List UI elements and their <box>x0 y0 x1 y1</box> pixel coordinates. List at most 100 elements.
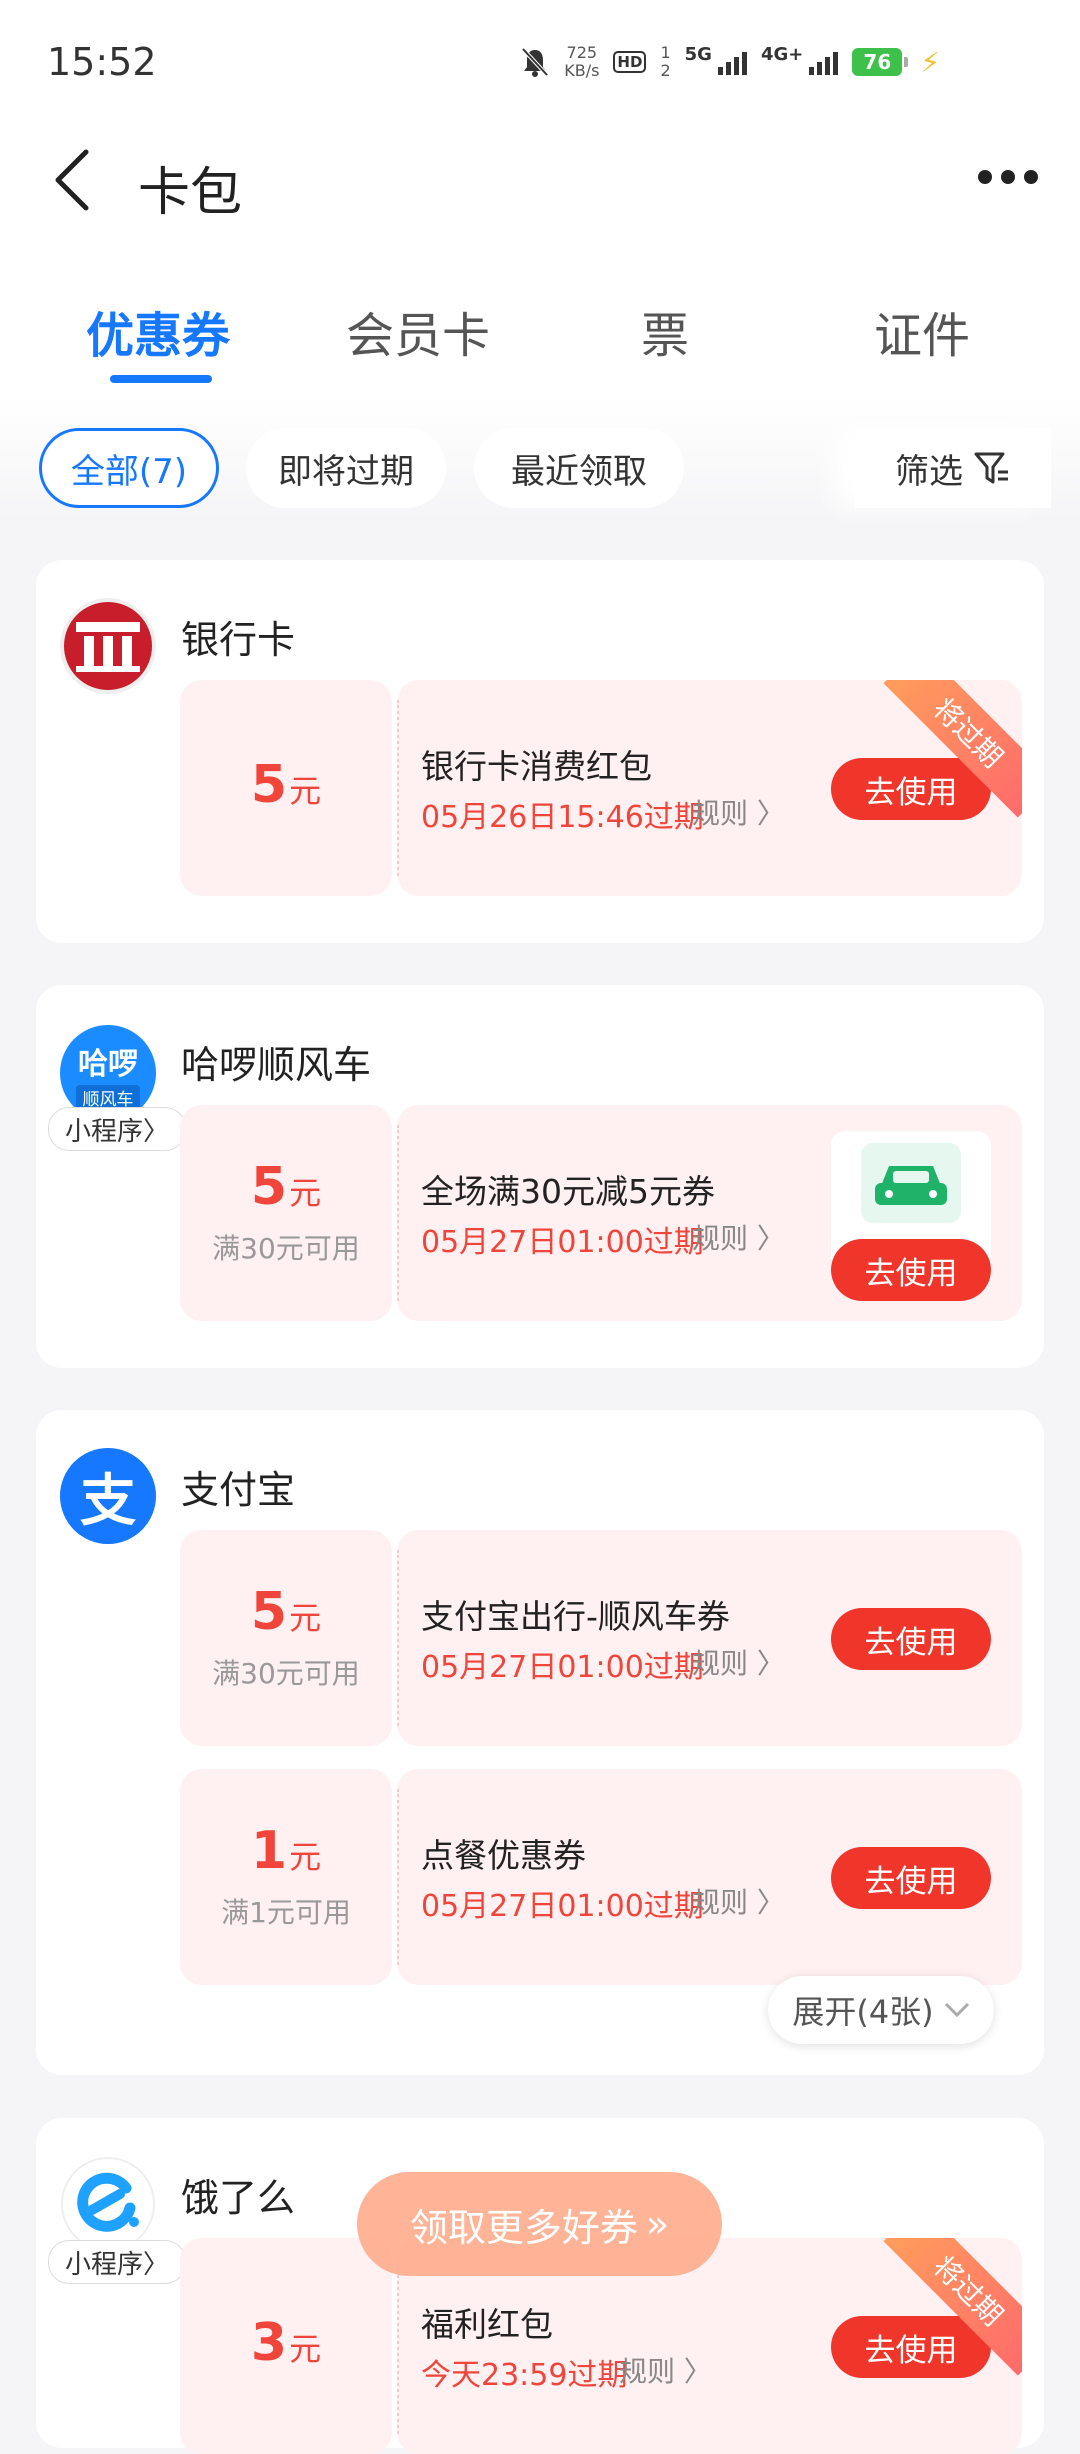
sim2-label: 2 <box>660 61 671 80</box>
coupon-condition: 满30元可用 <box>212 1657 360 1690</box>
battery-level: 76 <box>863 50 892 74</box>
coupon-title: 银行卡消费红包 <box>421 747 652 786</box>
tab-member-cards[interactable]: 会员卡 <box>346 296 490 366</box>
more-dot <box>1024 170 1038 184</box>
coupon-rule-link[interactable]: 规则 〉 <box>692 792 785 832</box>
filter-chip-recent[interactable]: 最近领取 <box>474 428 684 508</box>
back-button[interactable] <box>50 148 100 212</box>
expand-label: 展开(4张) <box>792 1993 934 2031</box>
coupon-rule-link[interactable]: 规则 〉 <box>619 2350 712 2390</box>
coupon-title: 全场满30元减5元券 <box>421 1172 715 1211</box>
coupon-expire: 05月26日15:46过期 <box>421 800 704 835</box>
hd-icon: HD <box>613 51 647 73</box>
chevron-right-icon: 〉 <box>756 1222 785 1255</box>
get-more-coupons-label: 领取更多好券 <box>409 2205 638 2250</box>
signal-1-icon <box>717 49 747 75</box>
double-chevron-right-icon: » <box>645 2202 670 2246</box>
coupon-item[interactable]: 5元 银行卡消费红包 05月26日15:46过期 规则 〉 去使用 将过期 <box>180 680 1022 896</box>
rule-label: 规则 <box>692 1886 749 1919</box>
coupon-item[interactable]: 5元 满30元可用 全场满30元减5元券 05月27日01:00过期 规则 〉 … <box>180 1105 1022 1321</box>
amount-unit: 元 <box>289 2330 322 2368</box>
car-icon <box>861 1143 961 1223</box>
rule-label: 规则 <box>692 1647 749 1680</box>
tab-indicator <box>110 375 212 383</box>
coupon-amount-area: 5元 满30元可用 <box>180 1105 392 1321</box>
coupon-detail-area: 银行卡消费红包 05月26日15:46过期 规则 〉 去使用 将过期 <box>397 680 1022 896</box>
filter-button[interactable]: 筛选 <box>855 428 1051 508</box>
eleme-icon <box>60 2156 156 2252</box>
amount-value: 3 <box>250 2313 288 2373</box>
coupon-condition: 满1元可用 <box>221 1896 351 1929</box>
use-button[interactable]: 去使用 <box>831 1239 991 1301</box>
coupon-detail-area: 支付宝出行-顺风车券 05月27日01:00过期 规则 〉 去使用 <box>397 1530 1022 1746</box>
coupon-detail-area: 点餐优惠券 05月27日01:00过期 规则 〉 去使用 <box>397 1769 1022 1985</box>
amount-value: 5 <box>250 1582 288 1642</box>
signal-2-icon <box>809 49 839 75</box>
merchant-name: 支付宝 <box>181 1468 296 1512</box>
amount-value: 5 <box>250 755 288 815</box>
coupon-amount: 5元 <box>251 1159 321 1221</box>
charging-icon: ⚡ <box>920 45 940 79</box>
merchant-name: 饿了么 <box>181 2176 296 2220</box>
coupon-expire: 05月27日01:00过期 <box>421 1889 704 1924</box>
mini-program-label: 小程序 <box>64 1116 143 1147</box>
net-speed-unit: KB/s <box>564 61 600 80</box>
coupon-amount: 5元 <box>251 1584 321 1646</box>
more-dot <box>978 170 992 184</box>
coupon-rule-link[interactable]: 规则 〉 <box>692 1881 785 1921</box>
chevron-right-icon: 〉 <box>143 2249 170 2280</box>
coupon-title: 支付宝出行-顺风车券 <box>421 1597 730 1636</box>
net-speed: 725 KB/s <box>564 44 599 80</box>
mini-program-label: 小程序 <box>64 2249 143 2280</box>
rule-label: 规则 <box>692 1222 749 1255</box>
coupon-condition: 满30元可用 <box>212 1232 360 1265</box>
filter-chip-expiring[interactable]: 即将过期 <box>246 428 446 508</box>
coupon-amount: 5元 <box>251 757 321 819</box>
merchant-card-hello: 哈啰 顺风车 小程序〉 哈啰顺风车 5元 满30元可用 全场满30元减5元券 0… <box>36 985 1044 1368</box>
tab-ids[interactable]: 证件 <box>874 296 970 366</box>
filter-label: 筛选 <box>895 451 963 492</box>
mini-program-tag[interactable]: 小程序〉 <box>48 1107 186 1151</box>
merchant-name: 银行卡 <box>181 618 296 662</box>
coupon-amount-area: 5元 满30元可用 <box>180 1530 392 1746</box>
filter-chip-all[interactable]: 全部(7) <box>39 428 219 508</box>
page-title: 卡包 <box>138 163 243 223</box>
chevron-right-icon: 〉 <box>756 797 785 830</box>
coupon-expire: 05月27日01:00过期 <box>421 1225 704 1260</box>
amount-value: 1 <box>250 1821 288 1881</box>
alipay-icon: 支 <box>60 1448 156 1544</box>
coupon-rule-link[interactable]: 规则 〉 <box>692 1642 785 1682</box>
filter-icon <box>974 452 1008 484</box>
rule-label: 规则 <box>692 797 749 830</box>
status-time: 15:52 <box>47 40 157 84</box>
coupon-amount: 3元 <box>251 2315 321 2377</box>
coupon-item[interactable]: 1元 满1元可用 点餐优惠券 05月27日01:00过期 规则 〉 去使用 <box>180 1769 1022 1985</box>
coupon-rule-link[interactable]: 规则 〉 <box>692 1217 785 1257</box>
tab-coupons[interactable]: 优惠券 <box>86 296 230 366</box>
chevron-down-icon <box>944 2002 969 2018</box>
amount-unit: 元 <box>289 1599 322 1637</box>
status-icons: 725 KB/s HD 1 2 5G 4G+ 76 ⚡ <box>520 44 940 80</box>
use-button[interactable]: 去使用 <box>831 1608 991 1670</box>
tab-tickets[interactable]: 票 <box>641 296 689 366</box>
coupon-item[interactable]: 5元 满30元可用 支付宝出行-顺风车券 05月27日01:00过期 规则 〉 … <box>180 1530 1022 1746</box>
net-speed-value: 725 <box>566 43 598 62</box>
coupon-title: 点餐优惠券 <box>421 1836 586 1875</box>
coupon-title: 福利红包 <box>421 2305 553 2344</box>
net2-label: 4G+ <box>760 44 804 65</box>
more-button[interactable] <box>978 162 1038 192</box>
merchant-card-eleme: 小程序〉 饿了么 3元 福利红包 今天23:59过期 规则 〉 去使用 将过期 <box>36 2118 1044 2454</box>
chevron-right-icon: 〉 <box>683 2355 712 2388</box>
coupon-amount: 1元 <box>251 1823 321 1885</box>
bank-icon <box>60 598 156 694</box>
use-button[interactable]: 去使用 <box>831 1847 991 1909</box>
sim1-label: 1 <box>660 43 671 62</box>
get-more-coupons-button[interactable]: 领取更多好券 » <box>357 2172 722 2276</box>
more-dot <box>1001 170 1015 184</box>
merchant-card-bank: 银行卡 5元 银行卡消费红包 05月26日15:46过期 规则 〉 去使用 将过… <box>36 560 1044 943</box>
sim-indicator: 1 2 <box>660 44 670 80</box>
battery-icon: 76 <box>852 48 909 76</box>
expand-button[interactable]: 展开(4张) <box>768 1976 994 2044</box>
logo-text-top: 哈啰 <box>78 1047 138 1082</box>
mini-program-tag[interactable]: 小程序〉 <box>48 2240 186 2284</box>
